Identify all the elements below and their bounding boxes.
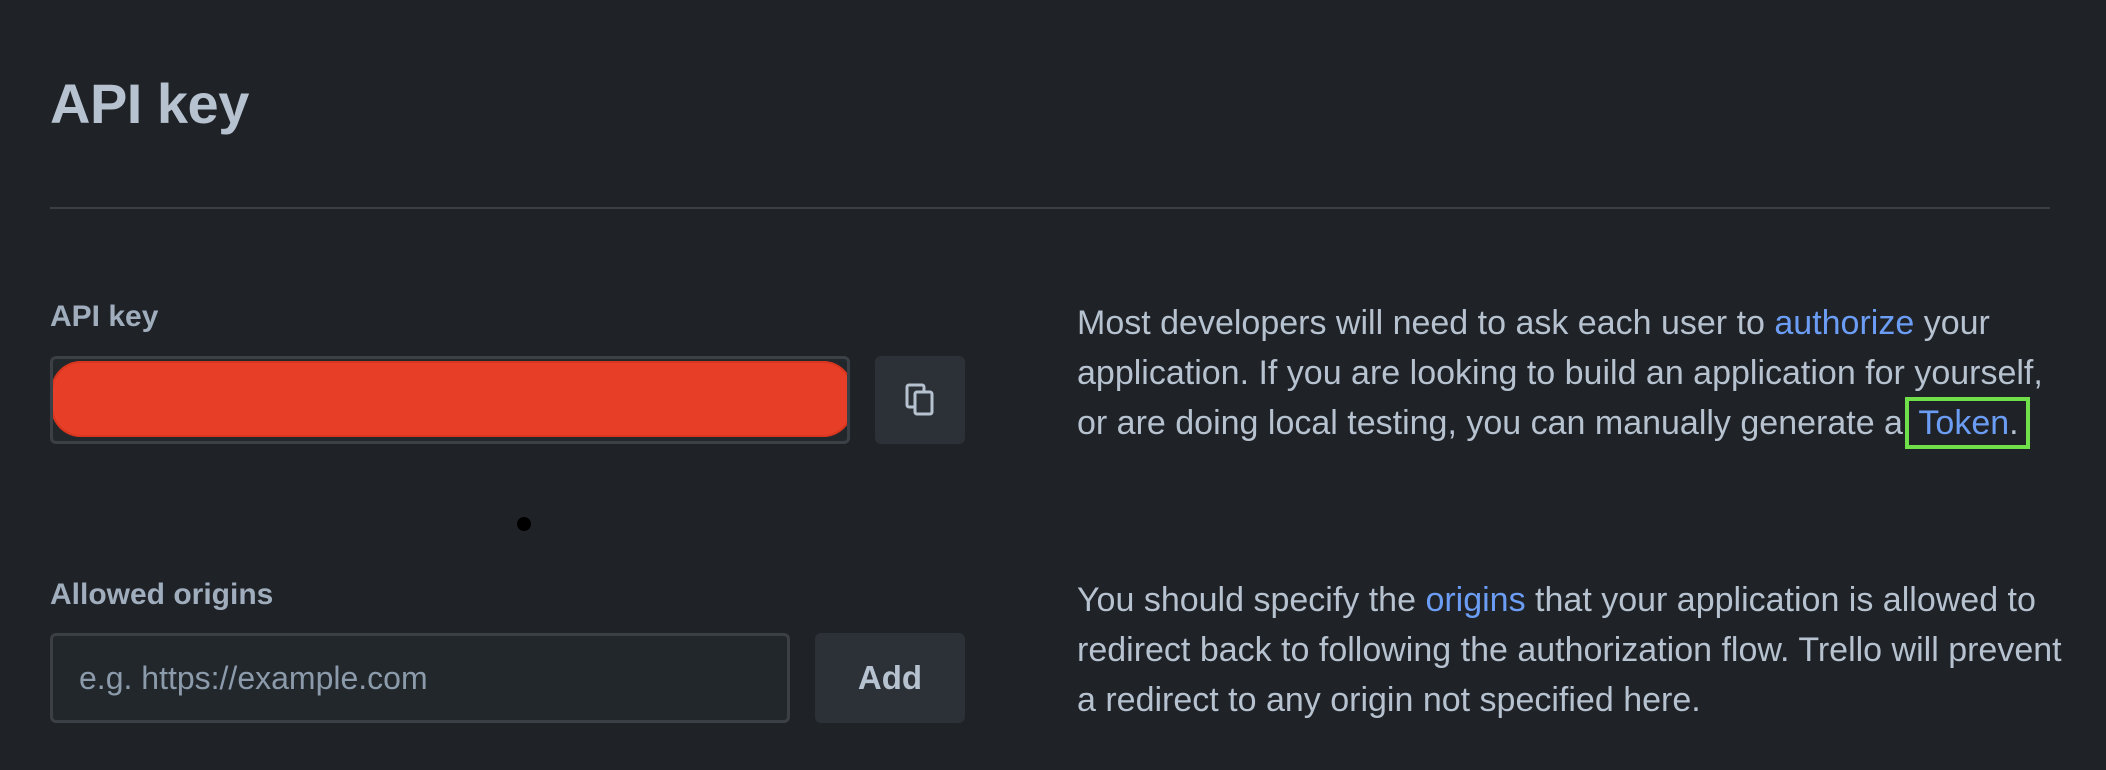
copy-button[interactable] [875,356,965,444]
page-title: API key [50,72,249,135]
authorize-help-text: Most developers will need to ask each us… [1077,298,2062,449]
token-link[interactable]: Token [1918,404,2009,442]
token-period: . [2009,404,2019,442]
api-key-page: API key API key Most developers will nee… [0,0,2106,770]
redaction-mark [53,361,847,437]
token-link-highlight: Token. [1905,397,2030,449]
api-key-field[interactable] [50,356,850,444]
origins-help-text-start: You should specify the [1077,581,1426,619]
divider [50,207,2050,209]
copy-icon [905,383,934,416]
api-key-label: API key [50,300,159,333]
allowed-origin-input[interactable] [50,633,790,723]
allowed-origins-label: Allowed origins [50,578,274,611]
cursor-dot [517,517,531,531]
authorize-help-text-start: Most developers will need to ask each us… [1077,304,1775,342]
origins-help-text: You should specify the origins that your… [1077,575,2062,725]
origins-link[interactable]: origins [1425,581,1525,619]
authorize-link[interactable]: authorize [1774,304,1914,342]
add-origin-button[interactable]: Add [815,633,965,723]
